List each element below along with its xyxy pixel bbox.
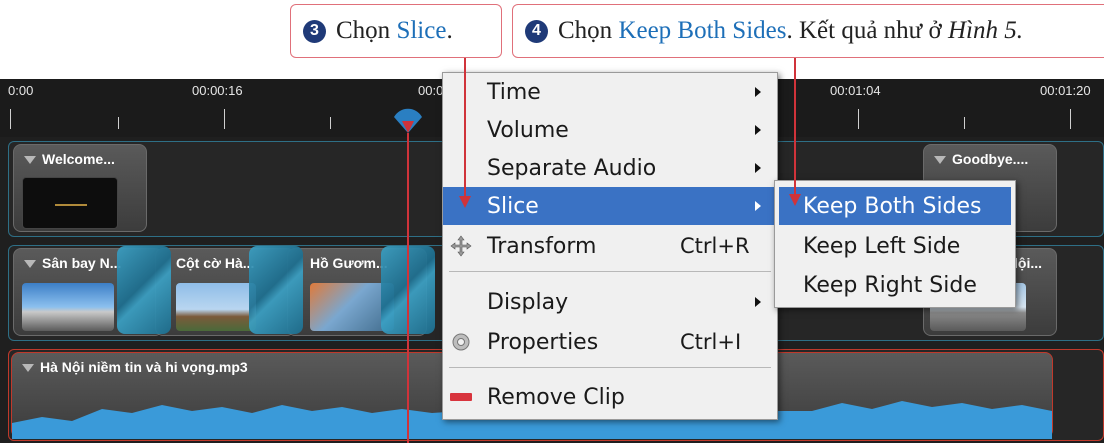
ruler-tick	[964, 117, 965, 129]
clip-welcome[interactable]: Welcome...	[13, 144, 147, 232]
submenu-item-keep-both-sides[interactable]: Keep Both Sides	[779, 187, 1011, 225]
clip-title: Sân bay N...	[42, 255, 122, 271]
collapse-icon	[934, 156, 946, 165]
submenu-item-keep-left-side[interactable]: Keep Left Side	[779, 227, 1011, 265]
menu-item-label: Transform	[487, 233, 597, 259]
playhead-marker-icon	[394, 108, 422, 133]
menu-item-label: Volume	[487, 117, 569, 143]
menu-item-volume[interactable]: Volume	[443, 111, 777, 149]
clip-title: Goodbye....	[952, 151, 1029, 167]
transition-marker[interactable]	[117, 246, 171, 334]
menu-item-shortcut: Ctrl+R	[680, 234, 750, 258]
callout-text-mid: . Kết quả như ở	[786, 17, 948, 44]
gear-icon	[452, 333, 470, 351]
clip-thumbnail	[22, 283, 114, 331]
menu-item-separate-audio[interactable]: Separate Audio	[443, 149, 777, 187]
callout-text: Chọn	[558, 17, 619, 44]
playhead[interactable]	[392, 99, 424, 135]
callout-3-pointer	[464, 58, 466, 198]
transform-icon	[450, 235, 472, 257]
clip-title: Hồ Gươm...	[310, 255, 388, 271]
submenu-arrow-icon	[755, 201, 761, 211]
step-number-badge: 3	[303, 19, 326, 43]
ruler-label: 00:01:20	[1040, 83, 1091, 98]
ruler-tick	[224, 109, 225, 129]
menu-item-properties[interactable]: Properties Ctrl+I	[443, 323, 777, 361]
menu-item-label: Slice	[487, 193, 539, 219]
menu-item-time[interactable]: Time	[443, 73, 777, 111]
callout-3-arrowhead	[459, 196, 471, 208]
playhead-line	[407, 133, 409, 443]
submenu-arrow-icon	[755, 163, 761, 173]
ruler-label: 0:00	[8, 83, 34, 98]
callout-step-4: 4 Chọn Keep Both Sides . Kết quả như ở H…	[512, 4, 1104, 58]
ruler-tick	[10, 109, 11, 129]
callout-figure-ref: Hình 5.	[947, 17, 1023, 44]
step-number-badge: 4	[525, 19, 548, 43]
clip-title: Cột cờ Hà...	[176, 255, 255, 271]
callout-step-3: 3 Chọn Slice .	[290, 4, 502, 58]
submenu-item-keep-right-side[interactable]: Keep Right Side	[779, 266, 1011, 304]
menu-item-transform[interactable]: Transform Ctrl+R	[443, 227, 777, 265]
clip-title: lội...	[1014, 255, 1042, 271]
menu-item-remove-clip[interactable]: Remove Clip	[443, 378, 777, 416]
ruler-label: 00:01:04	[830, 83, 881, 98]
menu-item-label: Time	[487, 79, 541, 105]
submenu-arrow-icon	[755, 87, 761, 97]
clip-context-menu: Time Volume Separate Audio Slice Transfo…	[442, 72, 778, 420]
remove-icon	[450, 393, 472, 401]
submenu-arrow-icon	[755, 297, 761, 307]
callout-4-pointer	[794, 58, 796, 196]
menu-separator	[449, 367, 771, 368]
menu-item-shortcut: Ctrl+I	[680, 330, 742, 354]
menu-item-slice[interactable]: Slice	[443, 187, 777, 225]
callout-keyword: Keep Both Sides	[618, 17, 787, 44]
menu-separator	[449, 271, 771, 272]
clip-title: Hà Nội niềm tin và hi vọng.mp3	[40, 359, 248, 375]
menu-item-label: Separate Audio	[487, 155, 657, 181]
ruler-tick	[330, 117, 331, 129]
callout-keyword: Slice	[396, 17, 447, 44]
clip-thumbnail	[176, 283, 256, 331]
menu-item-label: Remove Clip	[487, 384, 625, 410]
clip-title: Welcome...	[42, 151, 115, 167]
ruler-label: 00:00:16	[192, 83, 243, 98]
slice-submenu: Keep Both Sides Keep Left Side Keep Righ…	[774, 180, 1016, 308]
transition-marker[interactable]	[249, 246, 303, 334]
menu-item-label: Display	[487, 289, 569, 315]
callout-text-end: .	[446, 17, 453, 44]
menu-item-display[interactable]: Display	[443, 283, 777, 321]
collapse-icon	[24, 260, 36, 269]
collapse-icon	[22, 364, 34, 373]
callout-text: Chọn	[336, 17, 397, 44]
clip-thumbnail	[22, 177, 118, 229]
ruler-tick	[118, 117, 119, 129]
submenu-arrow-icon	[755, 125, 761, 135]
callout-4-arrowhead	[789, 194, 801, 206]
collapse-icon	[24, 156, 36, 165]
ruler-tick	[1070, 109, 1071, 129]
ruler-tick	[858, 109, 859, 129]
menu-item-label: Properties	[487, 329, 599, 355]
